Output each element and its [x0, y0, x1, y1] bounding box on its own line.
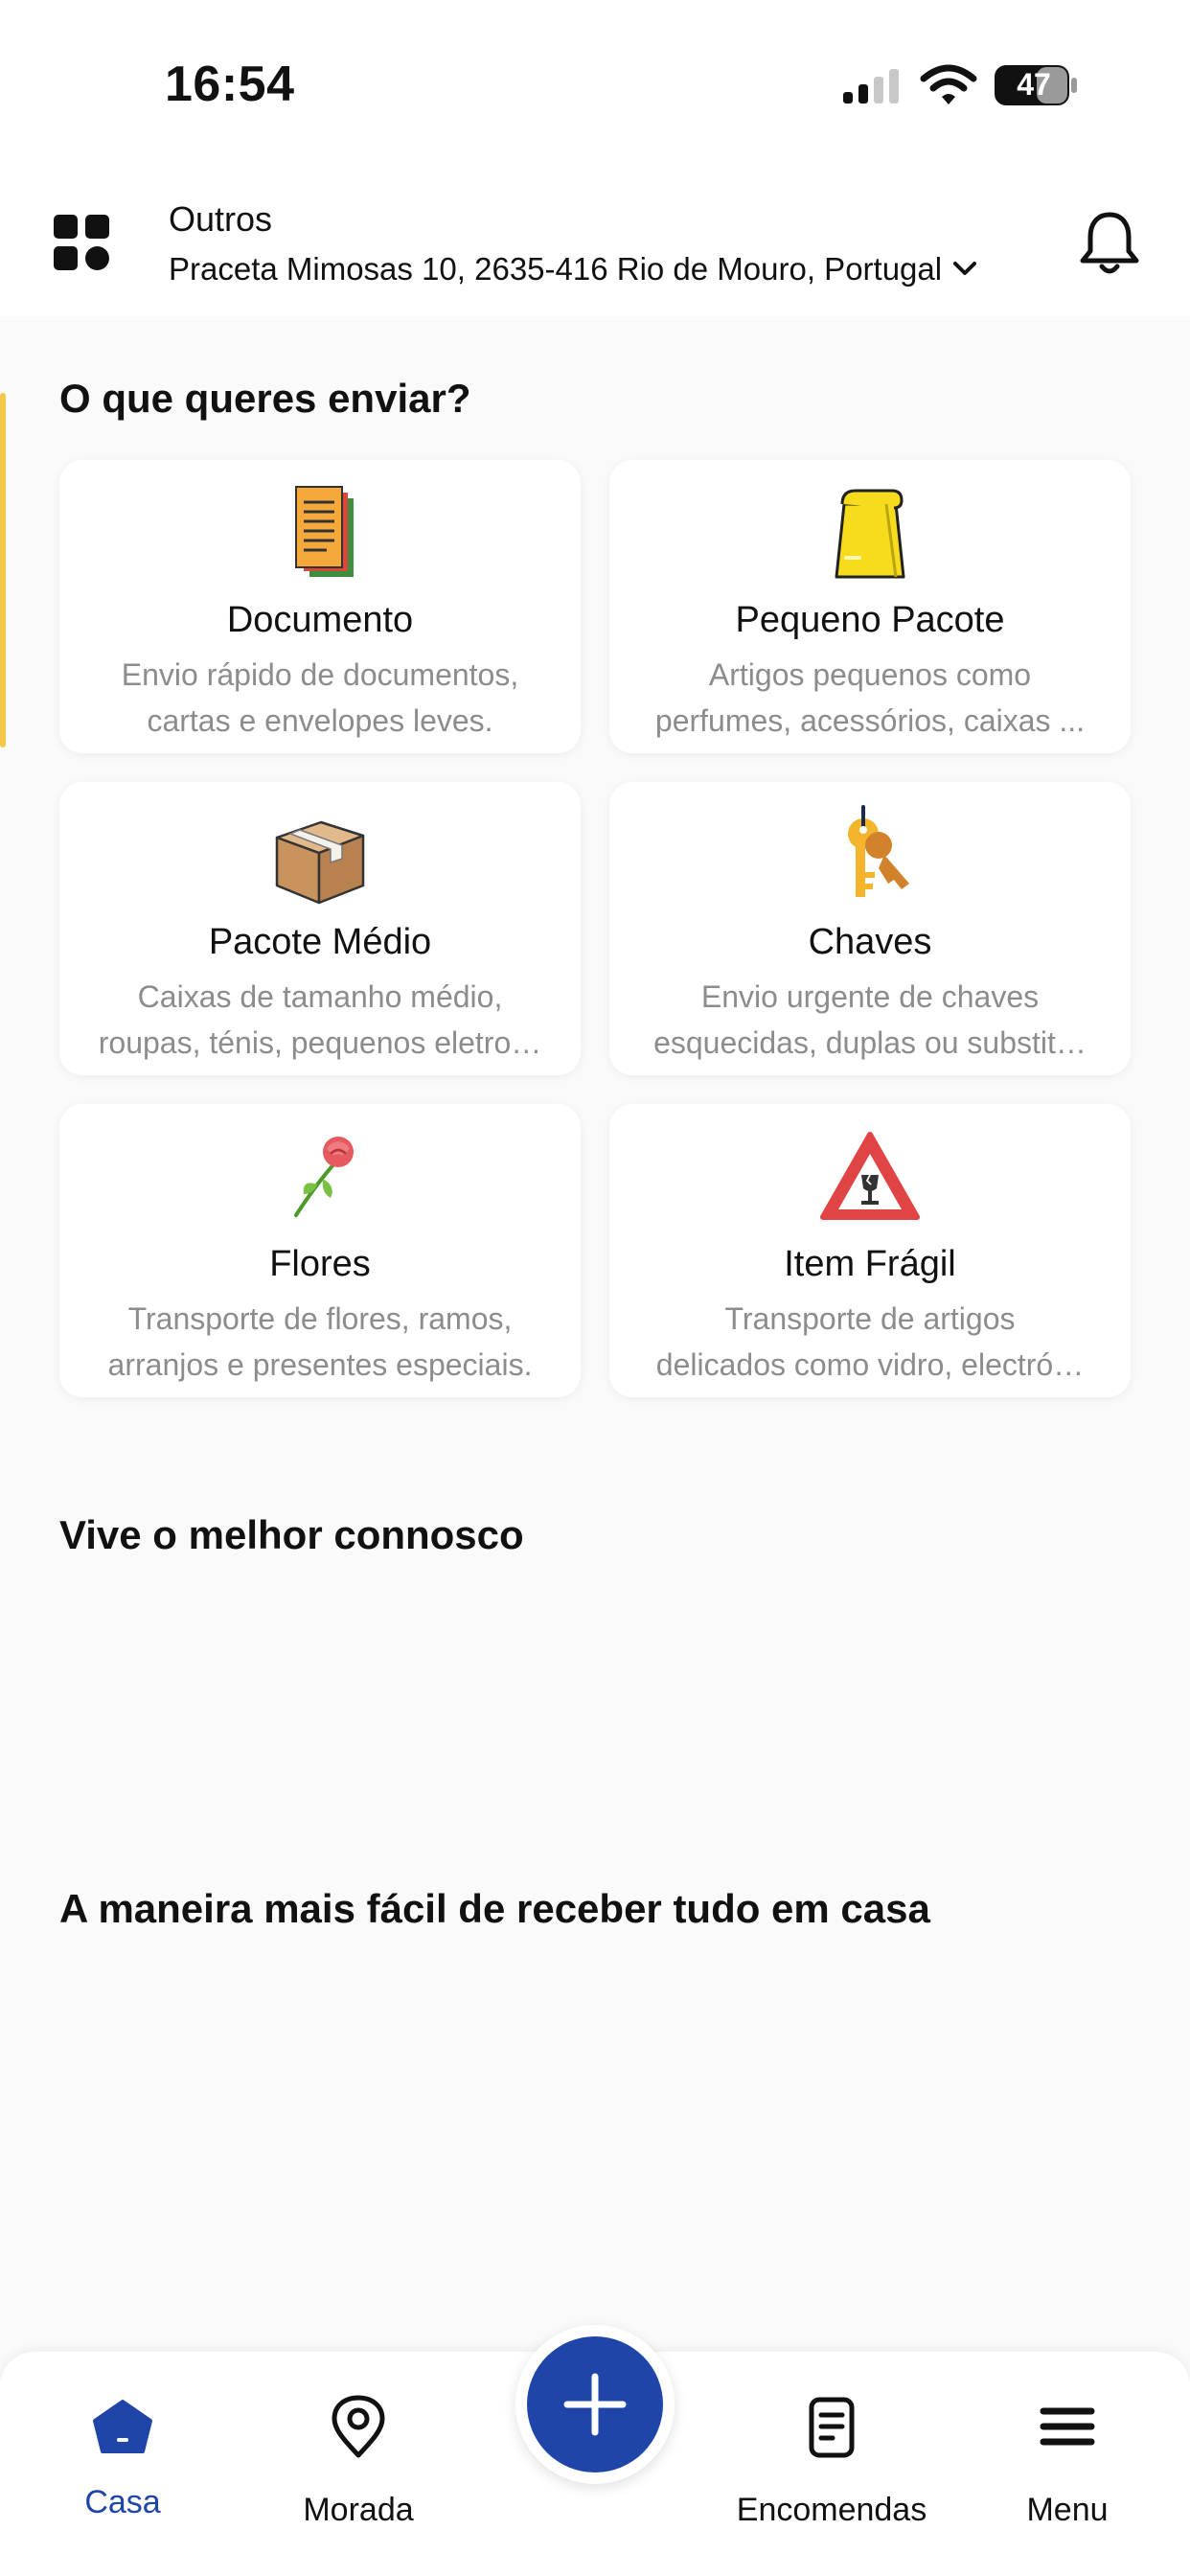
- cellular-signal-icon: [843, 69, 899, 104]
- category-card-flores[interactable]: Flores Transporte de flores, ramos, arra…: [59, 1104, 581, 1397]
- category-description: Transporte de flores, ramos, arranjos e …: [84, 1296, 556, 1388]
- category-title: Pacote Médio: [208, 922, 432, 962]
- wifi-icon: [920, 64, 977, 104]
- carousel-edge-indicator: [0, 393, 6, 748]
- orders-document-icon: [809, 2397, 855, 2458]
- category-description: Envio rápido de documentos, cartas e env…: [84, 652, 556, 744]
- category-card-documento[interactable]: Documento Envio rápido de documentos, ca…: [59, 460, 581, 753]
- category-description: Caixas de tamanho médio, roupas, ténis, …: [84, 974, 556, 1066]
- description-line: Caixas de tamanho médio,: [137, 979, 503, 1014]
- apps-grid-icon[interactable]: [54, 215, 109, 270]
- address-text: Praceta Mimosas 10, 2635-416 Rio de Mour…: [169, 251, 943, 287]
- category-description: Transporte de artigos delicados como vid…: [634, 1296, 1106, 1388]
- category-description: Artigos pequenos como perfumes, acessóri…: [634, 652, 1106, 744]
- category-card-pacote-medio[interactable]: Pacote Médio Caixas de tamanho médio, ro…: [59, 782, 581, 1075]
- description-line: Envio urgente de chaves: [700, 979, 1040, 1014]
- description-line: esquecidas, duplas ou substit…: [653, 1025, 1087, 1060]
- category-description: Envio urgente de chaves esquecidas, dupl…: [634, 974, 1106, 1066]
- category-title: Chaves: [808, 922, 932, 962]
- address-selector[interactable]: Praceta Mimosas 10, 2635-416 Rio de Mour…: [169, 251, 978, 288]
- address-type-label: Outros: [169, 199, 273, 239]
- home-icon: [93, 2400, 152, 2453]
- category-card-pequeno-pacote[interactable]: Pequeno Pacote Artigos pequenos como per…: [609, 460, 1131, 753]
- description-line: delicados como vidro, electró…: [655, 1347, 1085, 1382]
- description-line: roupas, ténis, pequenos eletro…: [98, 1025, 542, 1060]
- rose-icon: [294, 1137, 354, 1217]
- send-section-title: O que queres enviar?: [59, 376, 471, 421]
- home-screen: 16:54 47 Outros Praceta Mimosas 10, 2635…: [0, 0, 1190, 2576]
- category-title: Pequeno Pacote: [735, 600, 1005, 640]
- battery-icon: 47: [993, 63, 1079, 107]
- status-bar: 16:54 47: [0, 0, 1190, 172]
- nav-home[interactable]: Casa: [17, 2352, 228, 2576]
- description-line: Envio rápido de documentos,: [121, 657, 519, 692]
- battery-level: 47: [1017, 67, 1051, 102]
- nav-address-label: Morada: [303, 2492, 414, 2528]
- plus-icon: [563, 2373, 627, 2436]
- description-line: arranjos e presentes especiais.: [107, 1347, 533, 1382]
- menu-hamburger-icon: [1040, 2407, 1095, 2446]
- status-time: 16:54: [165, 57, 295, 112]
- new-order-button[interactable]: [515, 2325, 675, 2484]
- nav-menu[interactable]: Menu: [962, 2352, 1173, 2576]
- paper-bag-icon: [835, 489, 905, 579]
- nav-menu-label: Menu: [1026, 2492, 1109, 2528]
- nav-orders[interactable]: Encomendas: [726, 2352, 937, 2576]
- easy-delivery-section-title: A maneira mais fácil de receber tudo em …: [59, 1886, 930, 1931]
- description-line: cartas e envelopes leves.: [147, 703, 493, 738]
- chevron-down-icon: [953, 262, 977, 275]
- category-title: Item Frágil: [784, 1244, 956, 1284]
- nav-home-label: Casa: [84, 2484, 161, 2520]
- category-card-chaves[interactable]: Chaves Envio urgente de chaves esquecida…: [609, 782, 1131, 1075]
- keys-icon: [848, 805, 909, 897]
- promo-section-title: Vive o melhor connosco: [59, 1512, 524, 1557]
- category-title: Flores: [269, 1244, 371, 1284]
- category-title: Documento: [226, 600, 414, 640]
- category-grid: Documento Envio rápido de documentos, ca…: [59, 460, 1133, 1397]
- fragile-icon: [820, 1132, 920, 1220]
- description-line: Artigos pequenos como: [708, 657, 1032, 692]
- document-icon: [295, 486, 354, 577]
- description-line: Transporte de artigos: [724, 1301, 1016, 1336]
- location-header: Outros Praceta Mimosas 10, 2635-416 Rio …: [0, 172, 1190, 316]
- nav-orders-label: Encomendas: [736, 2492, 927, 2528]
- description-line: Transporte de flores, ramos,: [127, 1301, 513, 1336]
- category-card-item-fragil[interactable]: Item Frágil Transporte de artigos delica…: [609, 1104, 1131, 1397]
- box-icon: [275, 820, 365, 905]
- notifications-bell-icon[interactable]: [1077, 209, 1142, 278]
- nav-address[interactable]: Morada: [253, 2352, 464, 2576]
- description-line: perfumes, acessórios, caixas ...: [654, 703, 1086, 738]
- new-order-button-fill: [527, 2336, 663, 2472]
- location-pin-icon: [332, 2395, 385, 2458]
